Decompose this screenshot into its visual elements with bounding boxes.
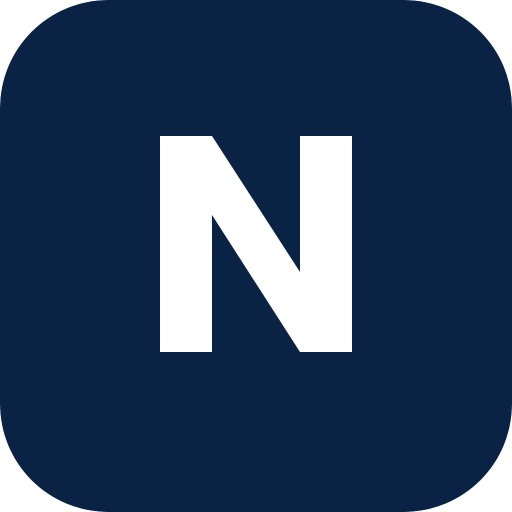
app-icon: N xyxy=(0,0,512,512)
app-icon-graphic: N xyxy=(0,0,512,512)
